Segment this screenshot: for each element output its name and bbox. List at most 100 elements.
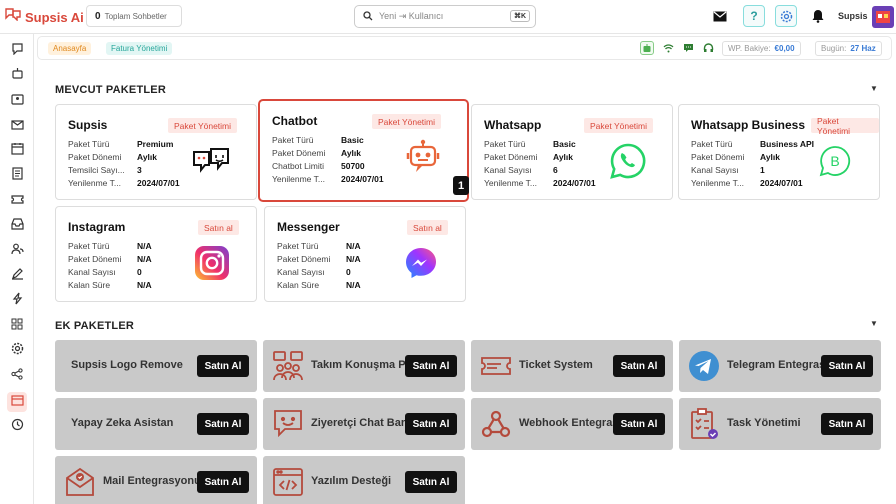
package-row-key: Chatbot Limiti — [272, 161, 324, 171]
sidebar-item-edit[interactable] — [7, 266, 27, 286]
buy-button[interactable]: Satın Al — [197, 355, 249, 377]
package-row: Kanal Sayısı 1 — [691, 164, 814, 177]
buy-button[interactable]: Satın al — [198, 220, 239, 235]
sidebar-item-calendar[interactable] — [7, 141, 27, 161]
package-manage-button[interactable]: Paket Yönetimi — [372, 114, 442, 129]
bot-status-icon[interactable] — [640, 41, 654, 55]
extra-package-4: Telegram Entegrasyonu Satın Al — [679, 340, 881, 392]
breadcrumb-home[interactable]: Anasayfa — [48, 42, 92, 55]
buy-button[interactable]: Satın Al — [197, 413, 249, 435]
avatar[interactable] — [872, 6, 894, 28]
extra-package-2: Takım Konuşma Paketi Satın Al — [263, 340, 465, 392]
sidebar-item-documents[interactable] — [7, 166, 27, 186]
package-row-value: Basic — [341, 135, 364, 145]
package-row: Paket Türü Basic — [484, 138, 596, 151]
telegram-icon — [687, 349, 721, 383]
sidebar-item-integrations[interactable] — [7, 366, 27, 386]
sidebar-item-users[interactable] — [7, 241, 27, 261]
extra-package-9: Mail Entegrasyonu Satın Al — [55, 456, 257, 504]
buy-button[interactable]: Satın Al — [197, 471, 249, 493]
today-date: Bugün: 27 Haz — [815, 41, 882, 56]
package-card-chatbot: Chatbot Paket Yönetimi Paket Türü Basic … — [258, 99, 469, 202]
settings-icon[interactable] — [775, 5, 797, 27]
search-input[interactable]: Yeni ⇥ Kullanıcı ⌘K — [354, 5, 536, 28]
package-row-key: Kanal Sayısı — [68, 267, 116, 277]
sidebar-item-billing[interactable] — [7, 392, 27, 412]
package-row: Paket Türü Premium — [68, 138, 180, 151]
sidebar-item-contacts[interactable] — [7, 91, 27, 111]
sidebar-item-mail[interactable] — [7, 116, 27, 136]
package-manage-button[interactable]: Paket Yönetimi — [811, 116, 879, 136]
buy-button[interactable]: Satın Al — [613, 355, 665, 377]
notification-bell-icon[interactable] — [807, 5, 829, 27]
package-row: Kanal Sayısı 0 — [68, 266, 152, 279]
sidebar-item-tickets[interactable] — [7, 191, 27, 211]
pen-icon — [11, 267, 24, 285]
package-row-value: N/A — [346, 241, 361, 251]
search-placeholder: Yeni ⇥ Kullanıcı — [379, 11, 444, 21]
package-title: Supsis — [68, 118, 108, 132]
package-row-value: 1 — [760, 165, 765, 175]
wifi-icon — [661, 41, 675, 55]
buy-button[interactable]: Satın Al — [405, 413, 457, 435]
webhook-icon — [479, 407, 513, 441]
extra-package-label: Supsis Logo Remove — [71, 359, 183, 371]
total-chats-counter[interactable]: 0 Toplam Sohbetler — [86, 5, 182, 27]
package-row-value: 2024/07/01 — [341, 174, 384, 184]
grid-icon — [11, 317, 23, 335]
package-row-value: 50700 — [341, 161, 365, 171]
package-row-key: Kalan Süre — [68, 280, 111, 290]
package-row-value: N/A — [137, 280, 152, 290]
search-shortcut: ⌘K — [509, 10, 530, 22]
task-icon — [687, 407, 721, 441]
total-chats-value: 0 — [95, 10, 101, 22]
buy-button[interactable]: Satın Al — [821, 355, 873, 377]
supsis-logo-icon — [5, 8, 21, 26]
mail-icon — [63, 465, 97, 499]
package-row-key: Yenilenme T... — [484, 178, 537, 188]
logo[interactable]: Supsis Ai — [5, 8, 84, 26]
sidebar-item-chats[interactable] — [7, 41, 27, 61]
whatsapp-icon — [608, 141, 648, 181]
package-details: Paket Türü Basic Paket Dönemi Aylık Chat… — [272, 134, 384, 186]
help-icon[interactable]: ? — [743, 5, 765, 27]
package-row: Paket Dönemi N/A — [68, 253, 152, 266]
code-icon — [271, 465, 305, 499]
wp-balance-value: €0,00 — [774, 44, 795, 53]
package-row-key: Paket Dönemi — [68, 254, 122, 264]
envelope-icon — [10, 117, 24, 135]
collapse-current-icon[interactable]: ▼ — [870, 84, 878, 93]
document-icon — [11, 167, 23, 185]
sidebar-item-history[interactable] — [7, 417, 27, 437]
sidebar-item-settings[interactable] — [7, 341, 27, 361]
buy-button[interactable]: Satın Al — [821, 413, 873, 435]
mail-icon[interactable] — [709, 5, 731, 27]
buy-button[interactable]: Satın al — [407, 220, 448, 235]
buy-button[interactable]: Satın Al — [613, 413, 665, 435]
total-chats-label: Toplam Sohbetler — [104, 11, 167, 21]
buy-button[interactable]: Satın Al — [405, 355, 457, 377]
package-row-key: Temsilci Sayı... — [68, 165, 125, 175]
package-manage-button[interactable]: Paket Yönetimi — [168, 118, 238, 133]
app-name: Supsis Ai — [25, 9, 84, 25]
package-row-value: Basic — [553, 139, 576, 149]
package-row: Yenilenme T... 2024/07/01 — [68, 177, 180, 190]
bot-icon — [11, 67, 24, 85]
package-row-value: Aylık — [760, 152, 781, 162]
sidebar-item-automation[interactable] — [7, 291, 27, 311]
package-manage-button[interactable]: Paket Yönetimi — [584, 118, 654, 133]
extra-package-label: Ziyeretçi Chat Bar — [311, 417, 406, 429]
sidebar-item-apps[interactable] — [7, 316, 27, 336]
sidebar-item-bots[interactable] — [7, 66, 27, 86]
package-row: Chatbot Limiti 50700 — [272, 160, 384, 173]
package-row-key: Yenilenme T... — [68, 178, 121, 188]
extra-package-10: Yazılım Desteği Satın Al — [263, 456, 465, 504]
package-card-instagram: Instagram Satın al Paket Türü N/A Paket … — [55, 206, 257, 302]
extra-package-7: Webhook Entegrasyonu Satın Al — [471, 398, 673, 450]
buy-button[interactable]: Satın Al — [405, 471, 457, 493]
search-icon — [363, 10, 373, 23]
sidebar-item-inbox[interactable] — [7, 216, 27, 236]
collapse-extra-icon[interactable]: ▼ — [870, 319, 878, 328]
package-row-value: 0 — [137, 267, 142, 277]
user-name[interactable]: Supsis — [838, 11, 868, 21]
